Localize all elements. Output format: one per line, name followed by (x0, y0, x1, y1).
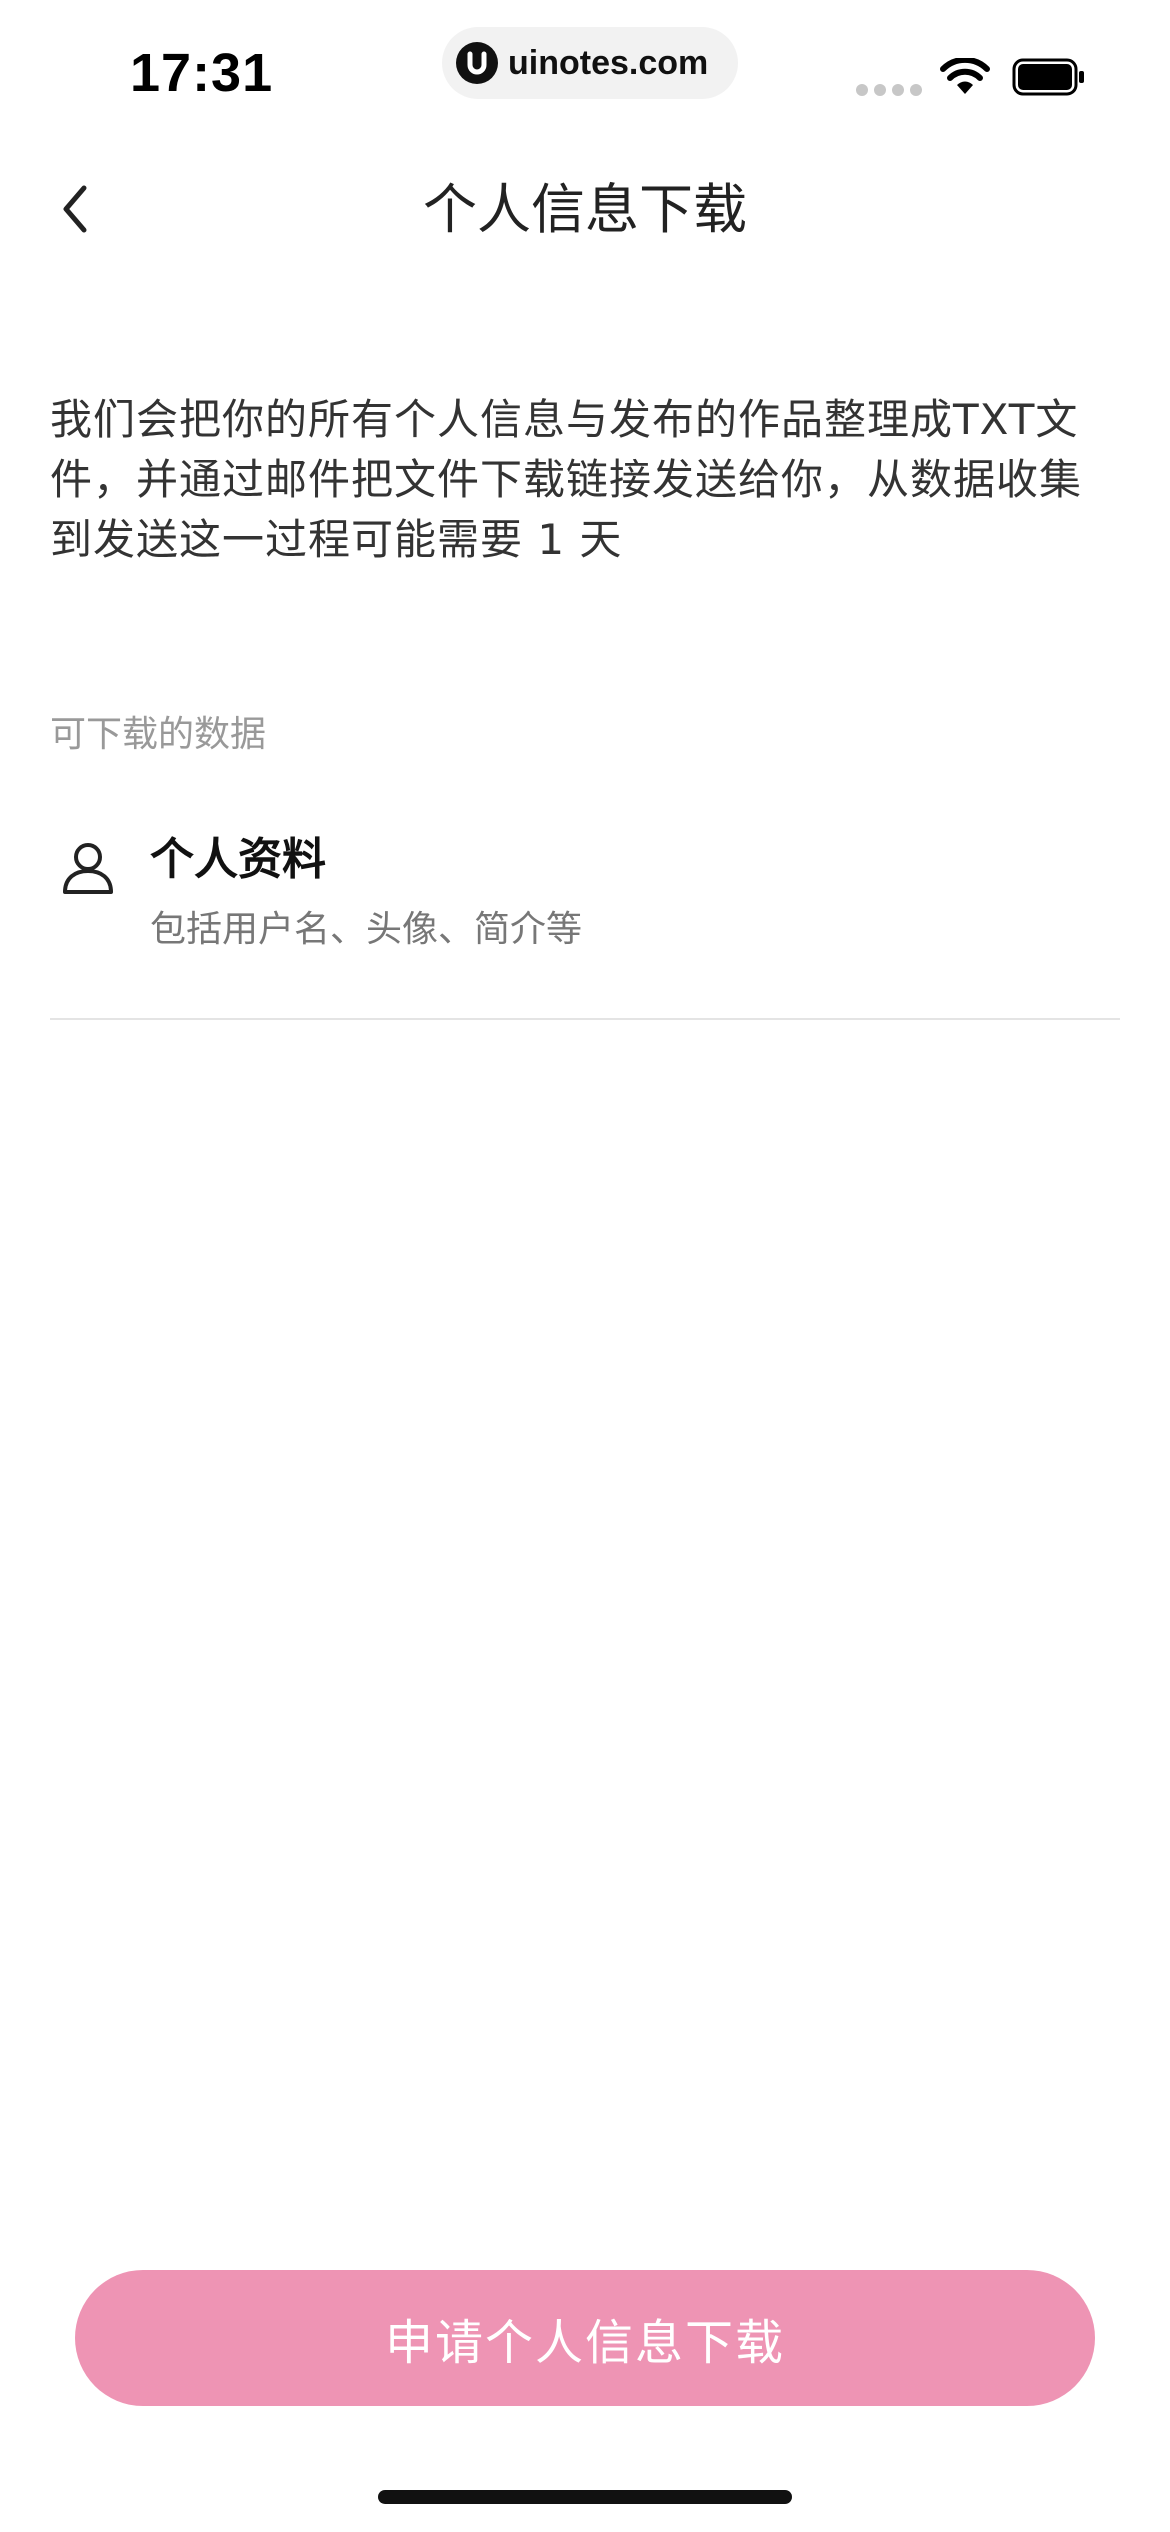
site-logo-icon (456, 42, 498, 84)
url-text: uinotes.com (508, 43, 709, 82)
description-text: 我们会把你的所有个人信息与发布的作品整理成TXT文件，并通过邮件把文件下载链接发… (50, 395, 1083, 564)
item-title: 个人资料 (150, 834, 326, 885)
apply-download-button[interactable]: 申请个人信息下载 (75, 2270, 1095, 2406)
list-item-personal-profile[interactable]: 个人资料 包括用户名、头像、简介等 (50, 820, 1120, 1020)
item-subtitle: 包括用户名、头像、简介等 (150, 909, 583, 950)
status-bar: 17:31 uinotes.com (0, 0, 1170, 140)
section-label: 可下载的数据 (50, 714, 267, 755)
user-icon (60, 840, 116, 900)
wifi-icon (940, 56, 990, 100)
cellular-signal-icon (856, 84, 922, 96)
page-title: 个人信息下载 (423, 178, 747, 241)
battery-icon (1012, 58, 1086, 100)
home-indicator (378, 2490, 792, 2504)
url-pill[interactable]: uinotes.com (442, 27, 738, 99)
status-time: 17:31 (130, 43, 274, 103)
